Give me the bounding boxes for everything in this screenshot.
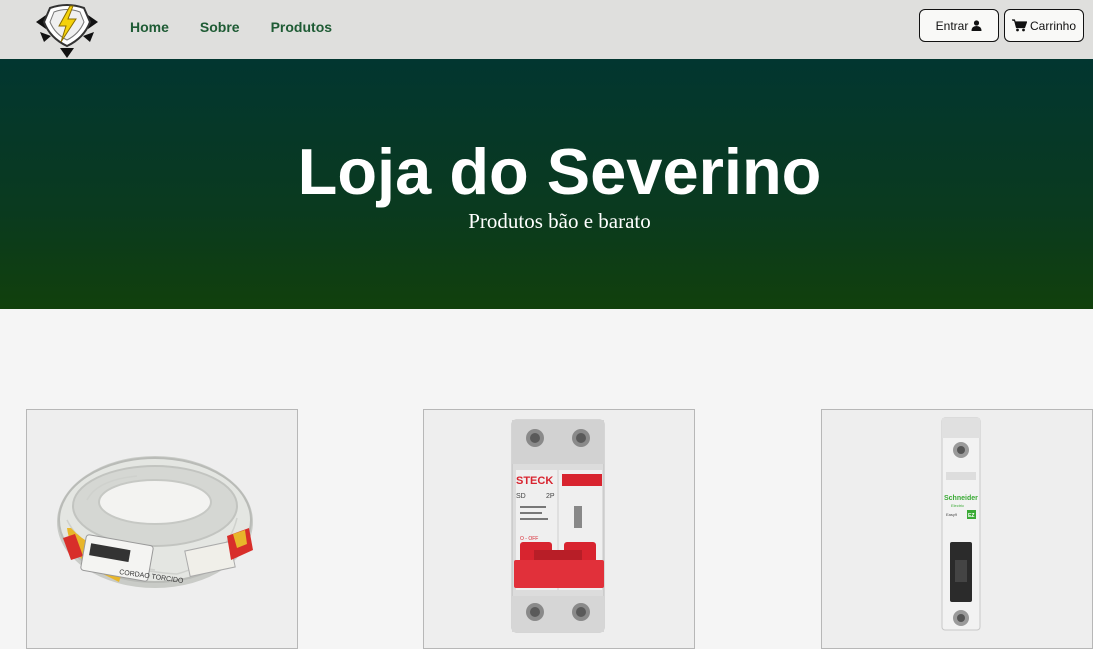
product-card-schneider-breaker[interactable]: Schneider Electric Easy9 EZ xyxy=(821,409,1093,649)
nav-link-sobre[interactable]: Sobre xyxy=(200,19,240,35)
hero-banner: Loja do Severino Produtos bão e barato xyxy=(0,59,1093,309)
main-nav: Home Sobre Produtos xyxy=(130,19,332,35)
product-card-steck-breaker[interactable]: STECK SD 2P O - OFF xyxy=(423,409,695,649)
user-icon xyxy=(971,20,982,31)
hero-title: Loja do Severino xyxy=(297,135,822,208)
schneider-badge-text: EZ xyxy=(968,513,974,519)
login-label: Entrar xyxy=(935,18,969,33)
schneider-brand-text: Schneider xyxy=(944,495,978,502)
steck-poles-text: 2P xyxy=(546,493,555,500)
cart-label: Carrinho xyxy=(1029,18,1077,33)
cart-icon xyxy=(1011,19,1027,32)
hero-subtitle: Produtos bão e barato xyxy=(468,209,651,233)
login-button[interactable]: Entrar xyxy=(919,9,999,42)
logo-icon[interactable] xyxy=(34,0,100,59)
steck-brand-text: STECK xyxy=(516,475,553,487)
schneider-sub-text: Electric xyxy=(951,503,964,508)
product-card-cable[interactable]: CORDAO TORCIDO xyxy=(26,409,298,649)
nav-link-produtos[interactable]: Produtos xyxy=(271,19,332,35)
steck-off-text: O - OFF xyxy=(520,536,538,542)
schneider-series-text: Easy9 xyxy=(946,512,958,517)
product-image-cable-roll: CORDAO TORCIDO xyxy=(57,456,253,588)
product-image-schneider-breaker: Schneider Electric Easy9 EZ xyxy=(941,417,981,631)
navbar: Home Sobre Produtos Entrar Carrinho xyxy=(0,0,1093,59)
product-image-steck-breaker: STECK SD 2P O - OFF xyxy=(511,419,605,633)
cart-button[interactable]: Carrinho xyxy=(1004,9,1084,42)
nav-link-home[interactable]: Home xyxy=(130,19,169,35)
steck-model-text: SD xyxy=(516,493,526,500)
